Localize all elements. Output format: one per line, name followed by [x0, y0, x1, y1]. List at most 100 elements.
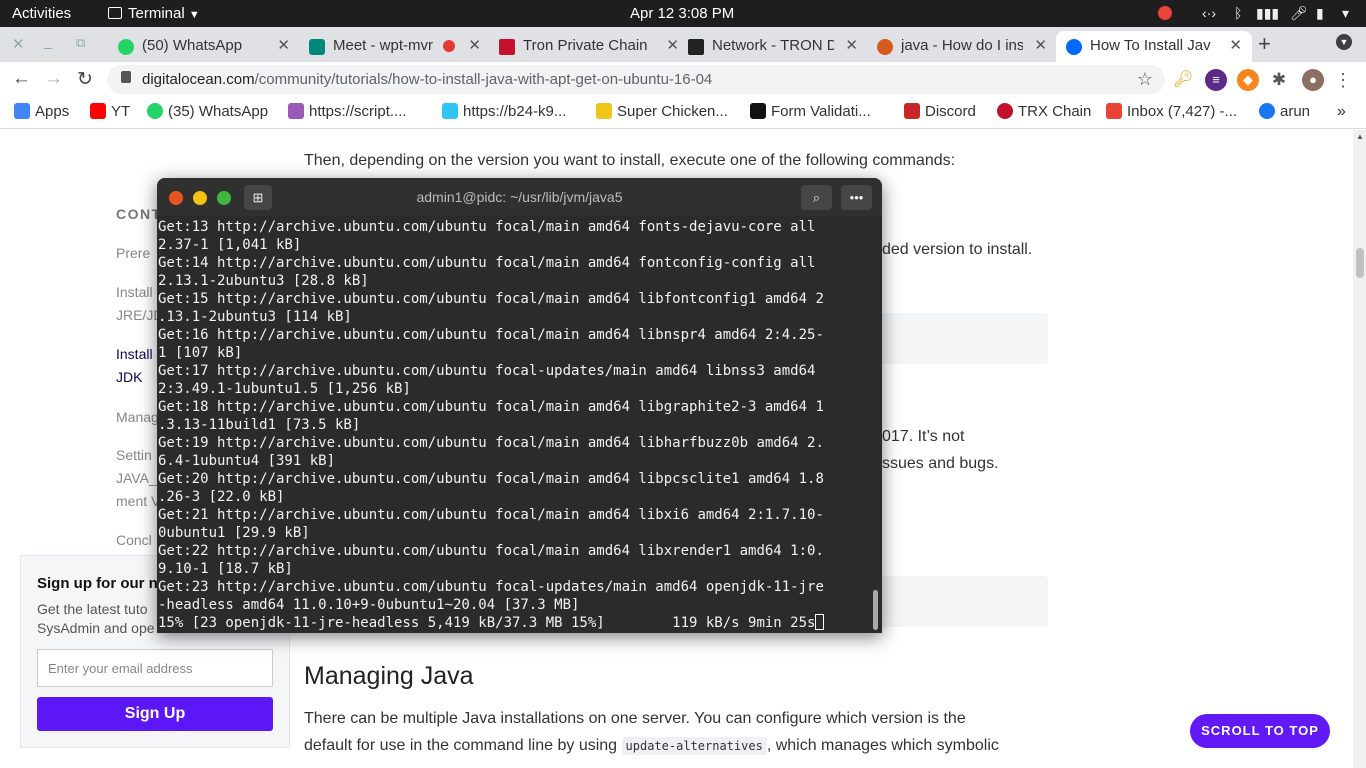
toc-item-install-jre[interactable]: Install	[116, 284, 153, 300]
bluetooth-icon[interactable]: ᛒ	[1234, 5, 1242, 21]
network-code-icon[interactable]: ‹·›	[1202, 5, 1216, 21]
scroll-to-top-button[interactable]: SCROLL TO TOP	[1190, 714, 1330, 748]
paragraph-line: default for use in the command line by u…	[304, 737, 999, 755]
page-scrollbar[interactable]: ▲	[1353, 130, 1366, 768]
activities-button[interactable]: Activities	[12, 5, 71, 22]
section-heading: Managing Java	[304, 662, 474, 690]
toc-item-install-jdk-line2[interactable]: JDK	[116, 369, 142, 385]
terminal-output[interactable]: Get:13 http://archive.ubuntu.com/ubuntu …	[158, 218, 868, 630]
toc-item-setting-java-home[interactable]: Settin	[116, 447, 152, 463]
bookmark-script[interactable]: https://script....	[288, 103, 407, 120]
scroll-up-arrow-icon[interactable]: ▲	[1356, 132, 1364, 141]
tab-close-icon[interactable]: ✕	[1229, 36, 1242, 54]
wifi-icon[interactable]: ▮▮▮	[1256, 5, 1279, 22]
bookmark-apps[interactable]: Apps	[14, 103, 69, 120]
email-input[interactable]: Enter your email address	[37, 649, 273, 687]
volume-icon[interactable]: 🎤︎	[1290, 5, 1308, 22]
terminal-app-menu[interactable]: Terminal ▼	[108, 5, 200, 22]
chrome-notification-icon[interactable]	[1158, 6, 1172, 20]
toc-item-prerequisites[interactable]: Prere	[116, 245, 150, 261]
bookmark-whatsapp[interactable]: (35) WhatsApp	[147, 103, 268, 120]
script-icon	[288, 103, 304, 119]
tab-title: java - How do I inst	[901, 37, 1023, 54]
window-restore-icon[interactable]: ⧉	[76, 35, 85, 51]
tab-network-tron[interactable]: Network - TRON D ✕	[688, 31, 858, 62]
tab-close-icon[interactable]: ✕	[277, 36, 290, 54]
bookmark-trx-chain[interactable]: TRX Chain	[997, 103, 1091, 120]
bookmark-b24[interactable]: https://b24-k9...	[442, 103, 566, 120]
terminal-scrollbar[interactable]	[873, 590, 878, 630]
body-text-fragment: ssues and bugs.	[882, 455, 999, 472]
address-bar[interactable]: digitalocean.com/community/tutorials/how…	[107, 65, 1165, 94]
more-bookmarks-chevron-icon[interactable]: »	[1337, 103, 1346, 121]
paragraph-text: , which manages which symbolic	[766, 737, 999, 754]
terminal-line: 0ubuntu1 [29.9 kB]	[158, 525, 310, 541]
tab-title: Network - TRON D	[712, 37, 834, 54]
profile-avatar[interactable]: ●	[1302, 69, 1324, 91]
metamask-fox-icon[interactable]: ◆	[1237, 69, 1259, 91]
scrollbar-thumb[interactable]	[1356, 248, 1364, 278]
terminal-titlebar[interactable]: ⊞ admin1@pidc: ~/usr/lib/jvm/java5 ⌕ •••	[157, 178, 882, 216]
terminal-line: 1 [107 kB]	[158, 345, 243, 361]
toc-item-install-jdk[interactable]: Install	[116, 346, 153, 362]
url-path: /community/tutorials/how-to-install-java…	[254, 71, 713, 88]
chrome-menu-icon[interactable]: ⋮	[1332, 69, 1354, 91]
intro-text: Then, depending on the version you want …	[304, 152, 956, 169]
sign-up-button[interactable]: Sign Up	[37, 697, 273, 731]
bookmark-super-chicken[interactable]: Super Chicken...	[596, 103, 728, 120]
bookmark-gmail-inbox[interactable]: Inbox (7,427) -...	[1106, 103, 1237, 120]
forward-arrow-icon[interactable]: →	[44, 68, 63, 90]
extension-purple-icon[interactable]: ≡	[1205, 69, 1227, 91]
paragraph-text: default for use in the command line by u…	[304, 737, 618, 754]
bookmark-label: Super Chicken...	[617, 103, 728, 120]
new-tab-plus-icon[interactable]: +	[1258, 31, 1271, 57]
bookmark-label: Form Validati...	[771, 103, 871, 120]
toc-item-managing-java[interactable]: Manag	[116, 409, 159, 425]
bookmark-star-icon[interactable]: ☆	[1137, 69, 1153, 90]
tab-close-icon[interactable]: ✕	[845, 36, 858, 54]
reload-icon[interactable]: ↻	[77, 68, 93, 91]
tab-whatsapp[interactable]: (50) WhatsApp ✕	[118, 31, 290, 62]
search-icon[interactable]: ⌕	[801, 185, 832, 210]
bookmark-label: https://script....	[309, 103, 407, 120]
clock[interactable]: Apr 12 3:08 PM	[630, 5, 734, 22]
menu-ellipsis-icon[interactable]: •••	[841, 185, 872, 210]
progress-text: 15% [23 openjdk-11-jre-headless 5,419 kB…	[158, 615, 816, 630]
bookmark-form-validation[interactable]: Form Validati...	[750, 103, 871, 120]
battery-icon[interactable]: ▮	[1316, 5, 1324, 22]
key-extension-icon[interactable]: 🔑︎	[1172, 69, 1194, 91]
youtube-icon	[90, 103, 106, 119]
terminal-line: Get:18 http://archive.ubuntu.com/ubuntu …	[158, 399, 824, 415]
extensions-puzzle-icon[interactable]: ✱	[1268, 69, 1290, 91]
toc-item-conclusion[interactable]: Concl	[116, 532, 152, 548]
tab-close-icon[interactable]: ✕	[666, 36, 679, 54]
tab-close-icon[interactable]: ✕	[1034, 36, 1047, 54]
download-progress-line: 15% [23 openjdk-11-jre-headless 5,419 kB…	[158, 614, 868, 630]
terminal-line: Get:14 http://archive.ubuntu.com/ubuntu …	[158, 255, 816, 271]
askubuntu-favicon-icon	[877, 39, 893, 55]
bitrix-icon	[442, 103, 458, 119]
terminal-window[interactable]: ⊞ admin1@pidc: ~/usr/lib/jvm/java5 ⌕ •••…	[157, 178, 882, 633]
terminal-line: 2.37-1 [1,041 kB]	[158, 237, 302, 253]
toc-item-setting-java-home-line2[interactable]: JAVA_	[116, 470, 157, 486]
terminal-line: Get:16 http://archive.ubuntu.com/ubuntu …	[158, 327, 824, 343]
system-menu-chevron-icon[interactable]: ▾	[1342, 5, 1349, 22]
terminal-line: Get:15 http://archive.ubuntu.com/ubuntu …	[158, 291, 824, 307]
tab-java-ask[interactable]: java - How do I inst ✕	[877, 31, 1047, 62]
tab-how-to-install-java[interactable]: How To Install Jav ✕	[1056, 31, 1252, 62]
toc-item-setting-java-home-line3[interactable]: ment V	[116, 493, 160, 509]
bookmark-yt[interactable]: YT	[90, 103, 130, 120]
window-close-icon[interactable]: ✕	[12, 35, 25, 53]
back-arrow-icon[interactable]: ←	[12, 68, 31, 90]
recording-indicator-icon	[443, 40, 455, 52]
tab-meet[interactable]: Meet - wpt-mvr ✕	[309, 31, 481, 62]
tab-search-chevron-icon[interactable]: ▼	[1336, 34, 1352, 50]
bookmark-discord[interactable]: Discord	[904, 103, 976, 120]
terminal-line: 2:3.49.1-1ubuntu1.5 [1,256 kB]	[158, 381, 411, 397]
tab-tron-private-chain[interactable]: Tron Private Chain ✕	[499, 31, 679, 62]
paragraph-line: There can be multiple Java installations…	[304, 710, 966, 727]
tab-close-icon[interactable]: ✕	[468, 36, 481, 54]
app-menu-label: Terminal	[128, 5, 185, 22]
bookmark-arun[interactable]: arun	[1259, 103, 1310, 120]
window-minimize-icon[interactable]: _	[44, 33, 52, 50]
